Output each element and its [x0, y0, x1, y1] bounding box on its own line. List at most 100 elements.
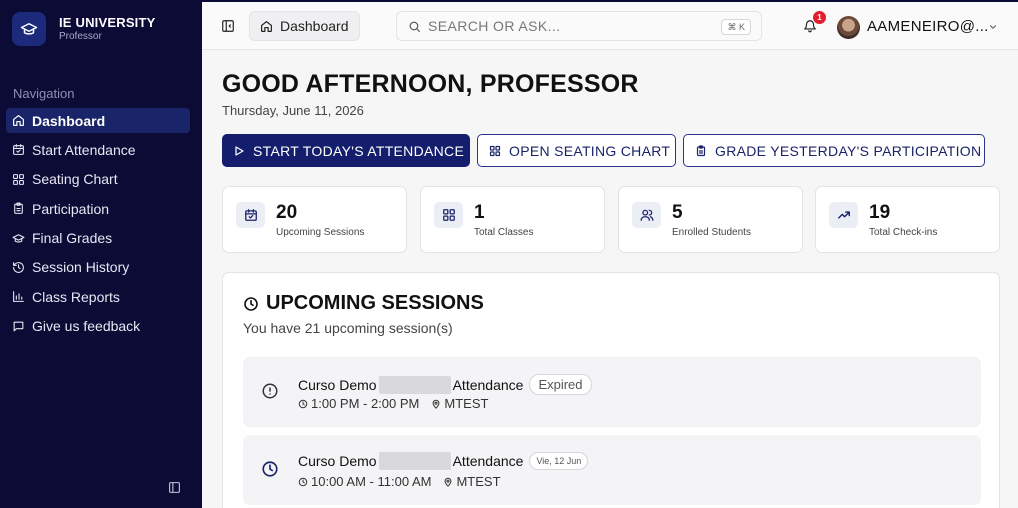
home-icon [13, 115, 24, 126]
stat-card-enrolled-students: 5 Enrolled Students [618, 186, 803, 253]
sidebar-item-seating-chart[interactable]: Seating Chart [6, 167, 190, 192]
sidebar-item-participation[interactable]: Participation [6, 196, 190, 221]
clock-icon [298, 477, 308, 486]
breadcrumb[interactable]: Dashboard [249, 11, 360, 41]
search-input[interactable]: SEARCH OR ASK... ⌘ K [396, 11, 762, 41]
sidebar-item-start-attendance[interactable]: Start Attendance [6, 137, 190, 162]
sidebar-item-label: Seating Chart [32, 171, 118, 188]
open-seating-chart-label: OPEN SEATING CHART [509, 142, 671, 159]
search-icon [409, 21, 420, 32]
stat-label: Enrolled Students [672, 227, 751, 238]
graduation-cap-icon [12, 12, 46, 46]
redacted-text [378, 375, 451, 394]
sidebar-item-label: Final Grades [32, 230, 113, 247]
stat-value: 1 [474, 202, 485, 223]
stat-card-total-classes: 1 Total Classes [420, 186, 605, 253]
calendar-check-icon [13, 144, 24, 156]
users-icon [632, 202, 661, 228]
sidebar-item-final-grades[interactable]: Final Grades [6, 226, 190, 251]
upcoming-sessions-title: UPCOMING SESSIONS [243, 292, 484, 315]
sidebar-item-session-history[interactable]: Session History [6, 255, 190, 280]
stat-label: Total Check-ins [869, 227, 938, 238]
stat-label: Upcoming Sessions [276, 227, 365, 238]
bar-chart-icon [13, 291, 24, 303]
status-badge: Expired [529, 374, 592, 395]
sidebar-item-label: Start Attendance [32, 141, 136, 158]
play-icon [235, 145, 244, 156]
session-title-start: Curso Demo [298, 453, 377, 469]
sidebar-item-label: Dashboard [32, 112, 106, 129]
session-title-start: Curso Demo [298, 376, 377, 393]
session-time: 1:00 PM - 2:00 PM [311, 396, 420, 411]
map-pin-icon [445, 477, 452, 487]
session-meta: 10:00 AM - 11:00 AM MTEST [298, 474, 501, 489]
nav-section-label: Navigation [13, 86, 75, 101]
calendar-icon [236, 202, 265, 228]
brand-title: IE UNIVERSITY [59, 14, 156, 30]
map-pin-icon [432, 399, 440, 409]
sidebar-item-label: Session History [32, 259, 130, 276]
upcoming-sessions-heading: UPCOMING SESSIONS [266, 292, 484, 314]
sidebar-item-dashboard[interactable]: Dashboard [6, 108, 190, 133]
brand[interactable]: IE UNIVERSITY Professor [12, 12, 156, 46]
start-attendance-button[interactable]: START TODAY'S ATTENDANCE [222, 134, 470, 167]
sidebar-item-label: Give us feedback [32, 318, 141, 335]
breadcrumb-label: Dashboard [280, 18, 349, 34]
upcoming-sessions-panel: UPCOMING SESSIONS You have 21 upcoming s… [222, 272, 1000, 508]
session-title-end: Attendance [452, 453, 524, 469]
chevron-down-icon[interactable] [988, 22, 998, 32]
message-icon [13, 321, 24, 332]
page-title: GOOD AFTERNOON, PROFESSOR [222, 70, 639, 98]
session-time: 10:00 AM - 11:00 AM [311, 474, 432, 489]
sidebar-collapse-icon[interactable] [168, 481, 181, 494]
clock-icon [298, 399, 308, 408]
redacted-text [378, 452, 451, 470]
graduation-cap-icon [12, 233, 25, 243]
clipboard-icon [14, 202, 23, 215]
session-location: MTEST [444, 396, 489, 411]
sidebar-item-feedback[interactable]: Give us feedback [6, 314, 190, 339]
clock-icon [262, 461, 278, 477]
sidebar-toggle-icon[interactable] [221, 19, 235, 33]
sidebar-item-label: Participation [32, 200, 110, 217]
history-icon [13, 262, 24, 273]
grid-icon [434, 202, 463, 228]
clipboard-icon [696, 144, 706, 156]
sidebar-item-class-reports[interactable]: Class Reports [6, 284, 190, 309]
sidebar-item-label: Class Reports [32, 288, 120, 305]
date-badge: Vie, 12 Jun [529, 452, 589, 470]
search-shortcut: ⌘ K [721, 19, 751, 35]
search-placeholder: SEARCH OR ASK... [428, 18, 561, 34]
brand-subtitle: Professor [59, 30, 102, 42]
session-title: Curso Demo Attendance Expired [298, 374, 592, 395]
grid-icon [489, 145, 501, 156]
topbar: Dashboard SEARCH OR ASK... ⌘ K 1 AAMENEI… [202, 0, 1018, 50]
session-title: Curso Demo Attendance Vie, 12 Jun [298, 452, 589, 470]
start-attendance-label: START TODAY'S ATTENDANCE [253, 142, 465, 159]
open-seating-chart-button[interactable]: OPEN SEATING CHART [477, 134, 676, 167]
notification-badge: 1 [813, 11, 826, 24]
grid-icon [13, 173, 24, 185]
session-location: MTEST [456, 474, 501, 489]
session-item[interactable]: Curso Demo Attendance Expired 1:00 PM - … [243, 357, 981, 427]
alert-circle-icon [262, 383, 278, 399]
avatar[interactable] [837, 16, 860, 39]
stat-label: Total Classes [474, 227, 534, 238]
upcoming-sessions-count: You have 21 upcoming session(s) [243, 320, 453, 336]
stat-card-total-checkins: 19 Total Check-ins [815, 186, 1000, 253]
session-title-end: Attendance [452, 376, 524, 393]
stat-card-upcoming-sessions: 20 Upcoming Sessions [222, 186, 407, 253]
trending-up-icon [829, 202, 858, 228]
home-icon [261, 20, 272, 32]
session-meta: 1:00 PM - 2:00 PM MTEST [298, 396, 488, 411]
current-date: Thursday, June 11, 2026 [222, 103, 364, 118]
sidebar-nav: Dashboard Start Attendance Seating Chart… [6, 108, 190, 343]
sidebar: IE UNIVERSITY Professor Navigation Dashb… [0, 0, 202, 508]
user-menu[interactable]: AAMENEIRO@... [867, 18, 989, 35]
grade-participation-button[interactable]: GRADE YESTERDAY'S PARTICIPATION [683, 134, 985, 167]
session-item[interactable]: Curso Demo Attendance Vie, 12 Jun 10:00 … [243, 435, 981, 505]
grade-participation-label: GRADE YESTERDAY'S PARTICIPATION [715, 142, 982, 159]
stat-value: 19 [869, 202, 891, 223]
stat-value: 5 [672, 202, 683, 223]
clock-icon [244, 296, 258, 311]
